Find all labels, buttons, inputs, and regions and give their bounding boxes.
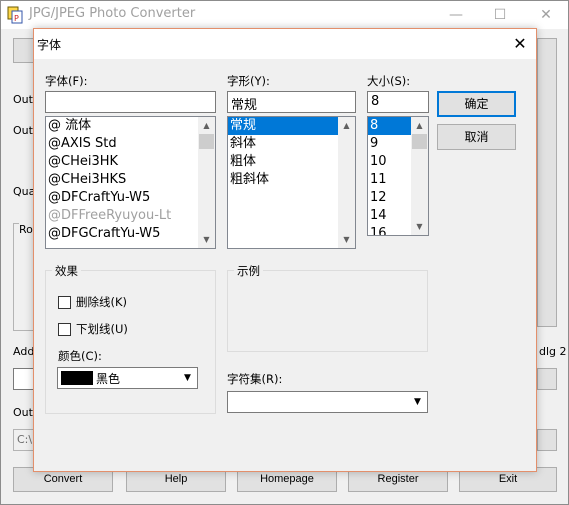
- font-name-input[interactable]: [45, 91, 216, 113]
- font-name-list-items: @ 流体 @AXIS Std @CHei3HK @CHei3HKS @DFCraftYu…: [46, 117, 215, 243]
- output-path-field[interactable]: C:\: [13, 429, 35, 451]
- effects-group: 效果 删除线(K) 下划线(U) 颜色(C): 黑色 ▼: [45, 263, 216, 414]
- scroll-up-icon[interactable]: ▲: [198, 117, 215, 134]
- charset-select[interactable]: ▼: [227, 391, 428, 413]
- effects-group-title: 效果: [52, 263, 81, 279]
- chevron-down-icon[interactable]: ▼: [179, 369, 196, 387]
- chevron-down-icon[interactable]: ▼: [409, 393, 426, 411]
- close-icon[interactable]: ✕: [531, 3, 561, 27]
- dialog-title: 字体: [37, 38, 62, 52]
- scroll-down-icon[interactable]: ▼: [338, 231, 355, 248]
- scroll-thumb[interactable]: [412, 134, 427, 149]
- color-select-value: 黑色: [96, 372, 121, 386]
- color-label: 颜色(C):: [58, 349, 102, 363]
- size-list-item[interactable]: 10: [368, 153, 411, 171]
- font-list-item[interactable]: @CHei3HK: [46, 153, 215, 171]
- style-list-item[interactable]: 常规: [228, 117, 338, 135]
- dialog-close-icon[interactable]: ✕: [504, 31, 536, 57]
- font-list-item[interactable]: @DFGCraftYu-W5: [46, 225, 215, 243]
- size-list-item[interactable]: 16: [368, 225, 411, 235]
- size-list-item[interactable]: 14: [368, 207, 411, 225]
- top-left-button[interactable]: [13, 38, 35, 63]
- font-style-list[interactable]: 常规 斜体 粗体 粗斜体 ▲ ▼: [227, 116, 356, 249]
- size-list-item[interactable]: 12: [368, 189, 411, 207]
- scroll-up-icon[interactable]: ▲: [411, 117, 428, 134]
- color-select[interactable]: 黑色 ▼: [57, 367, 198, 389]
- app-icon: P: [7, 6, 23, 24]
- scroll-down-icon[interactable]: ▼: [411, 218, 428, 235]
- ro-group-frame: [13, 223, 35, 331]
- font-name-list[interactable]: @ 流体 @AXIS Std @CHei3HK @CHei3HKS @DFCraftYu…: [45, 116, 216, 249]
- color-swatch: [61, 371, 93, 385]
- font-list-item[interactable]: @AXIS Std: [46, 135, 215, 153]
- font-size-input[interactable]: 8: [367, 91, 429, 113]
- font-list-scrollbar[interactable]: ▲ ▼: [198, 117, 215, 248]
- sample-group-title: 示例: [234, 263, 263, 279]
- size-list-scrollbar[interactable]: ▲ ▼: [411, 117, 428, 235]
- font-list-item[interactable]: @CHei3HKS: [46, 171, 215, 189]
- font-list-item[interactable]: @ 流体: [46, 117, 215, 135]
- underline-checkbox[interactable]: 下划线(U): [58, 321, 128, 337]
- cancel-button[interactable]: 取消: [437, 124, 516, 150]
- maximize-icon[interactable]: ☐: [485, 3, 515, 27]
- scroll-thumb[interactable]: [199, 134, 214, 149]
- style-list-item[interactable]: 粗斜体: [228, 171, 338, 189]
- style-list-item[interactable]: 斜体: [228, 135, 338, 153]
- main-window-title: JPG/JPEG Photo Converter: [29, 6, 196, 21]
- right-side-panel: [537, 38, 557, 327]
- ro-group-label: Ro: [19, 223, 33, 236]
- font-list-item[interactable]: @DFCraftYu-W5: [46, 189, 215, 207]
- minimize-icon[interactable]: —: [441, 3, 471, 27]
- font-list-item[interactable]: @DFFreeRyuyou-Lt: [46, 207, 215, 225]
- font-style-input[interactable]: 常规: [227, 91, 356, 113]
- font-dialog: 字体 ✕ 字体(F): @ 流体 @AXIS Std @CHei3HK @CHei3H…: [33, 28, 537, 472]
- dlg2-label: dlg 2: [539, 345, 567, 358]
- right-button-2[interactable]: [537, 429, 557, 451]
- size-list-item[interactable]: 9: [368, 135, 411, 153]
- font-size-list-items: 8 9 10 11 12 14 16: [368, 117, 411, 235]
- checkbox-box[interactable]: [58, 322, 71, 336]
- font-style-list-items: 常规 斜体 粗体 粗斜体: [228, 117, 338, 189]
- font-label: 字体(F):: [45, 74, 88, 88]
- right-button-1[interactable]: [537, 368, 557, 390]
- add-label: Add: [13, 345, 35, 358]
- charset-label: 字符集(R):: [227, 372, 283, 386]
- scroll-up-icon[interactable]: ▲: [338, 117, 355, 134]
- style-label: 字形(Y):: [227, 74, 270, 88]
- strikeout-label: 删除线(K): [76, 295, 128, 309]
- strikeout-checkbox[interactable]: 删除线(K): [58, 294, 127, 310]
- underline-label: 下划线(U): [76, 322, 128, 336]
- ok-button[interactable]: 确定: [437, 91, 516, 117]
- sample-group: 示例: [227, 263, 428, 352]
- add-field[interactable]: [13, 368, 35, 390]
- svg-text:P: P: [14, 14, 19, 23]
- font-size-list[interactable]: 8 9 10 11 12 14 16 ▲ ▼: [367, 116, 429, 236]
- size-list-item[interactable]: 11: [368, 171, 411, 189]
- scroll-down-icon[interactable]: ▼: [198, 231, 215, 248]
- main-titlebar: P JPG/JPEG Photo Converter — ☐ ✕: [1, 1, 568, 29]
- checkbox-box[interactable]: [58, 295, 71, 309]
- dialog-titlebar: 字体 ✕: [34, 29, 536, 59]
- size-list-item[interactable]: 8: [368, 117, 411, 135]
- size-label: 大小(S):: [367, 74, 411, 88]
- style-list-scrollbar[interactable]: ▲ ▼: [338, 117, 355, 248]
- style-list-item[interactable]: 粗体: [228, 153, 338, 171]
